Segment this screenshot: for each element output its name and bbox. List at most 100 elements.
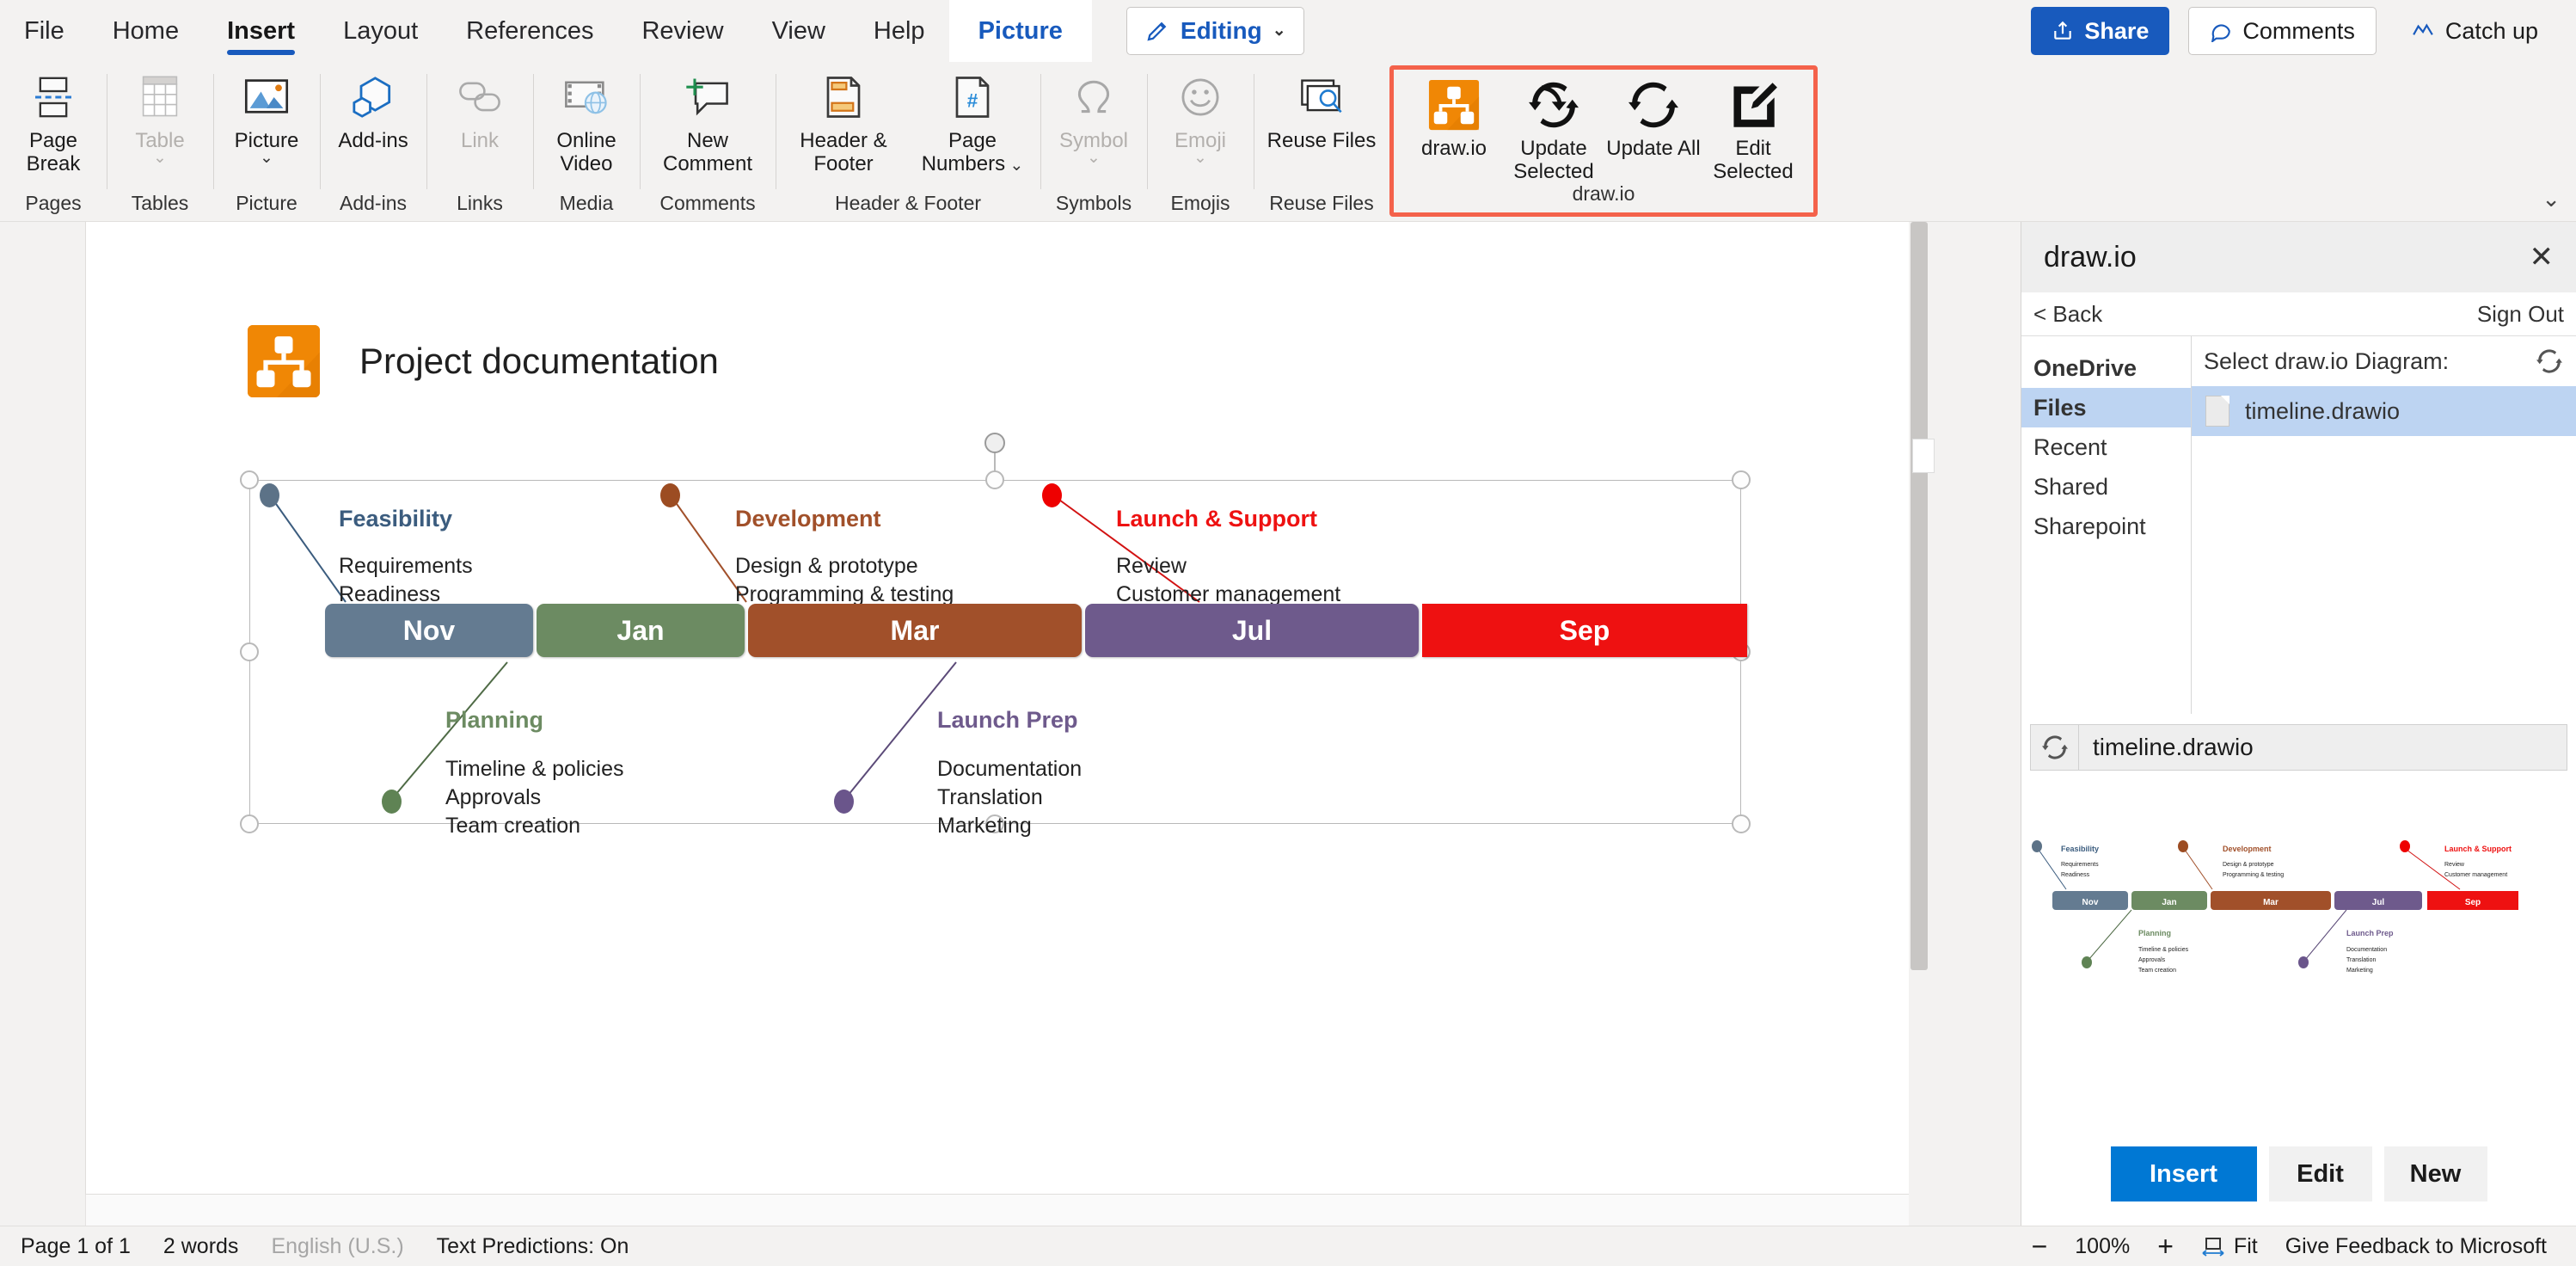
ribbon-group-label: Add-ins <box>340 192 407 214</box>
zoom-out-button[interactable]: − <box>2032 1231 2048 1263</box>
ribbon-button-link[interactable]: Link <box>430 62 530 189</box>
close-icon[interactable]: ✕ <box>2530 240 2555 274</box>
symbol-omega-icon <box>1071 71 1116 124</box>
svg-text:Development: Development <box>2223 845 2272 853</box>
drawio-task-pane: draw.io ✕ < Back Sign Out OneDrive Files… <box>2021 222 2576 1226</box>
tab-file[interactable]: File <box>0 0 89 62</box>
scroll-marker[interactable] <box>1912 439 1935 473</box>
nav-item-recent[interactable]: Recent <box>2021 427 2191 467</box>
svg-text:Design & prototype: Design & prototype <box>2223 862 2274 868</box>
ribbon-label: Page Break <box>26 129 81 175</box>
ribbon-label: Online Video <box>556 129 616 175</box>
tab-layout[interactable]: Layout <box>319 0 442 62</box>
ribbon-group-header-footer: Header & Footer # Page Numbers ⌄ Header … <box>776 62 1040 222</box>
ribbon-group-label: Comments <box>659 192 756 214</box>
tab-home[interactable]: Home <box>89 0 203 62</box>
ribbon-group-label: Picture <box>236 192 297 214</box>
ribbon-label: Header & Footer <box>800 129 887 175</box>
chevron-down-icon: ⌄ <box>1193 149 1207 167</box>
ribbon-label: Page Numbers ⌄ <box>921 129 1024 175</box>
tab-picture[interactable]: Picture <box>948 0 1092 62</box>
nav-item-onedrive[interactable]: OneDrive <box>2021 348 2191 388</box>
timeline-dot-planning <box>382 790 402 814</box>
ribbon-button-page-numbers[interactable]: # Page Numbers ⌄ <box>908 62 1037 189</box>
share-button[interactable]: Share <box>2031 7 2170 55</box>
file-list-item-timeline[interactable]: timeline.drawio <box>2192 386 2576 436</box>
status-language[interactable]: English (U.S.) <box>271 1234 403 1259</box>
refresh-icon[interactable] <box>2536 349 2562 373</box>
ribbon-label: New Comment <box>662 129 753 175</box>
tab-references[interactable]: References <box>442 0 617 62</box>
pane-title: draw.io <box>2044 240 2137 273</box>
feedback-link[interactable]: Give Feedback to Microsoft <box>2285 1234 2547 1259</box>
milestone-title-planning: Planning <box>445 707 543 733</box>
sign-out-link[interactable]: Sign Out <box>2477 301 2564 328</box>
ribbon-button-symbol[interactable]: Symbol ⌄ <box>1044 62 1144 189</box>
svg-text:Mar: Mar <box>2263 898 2279 907</box>
ribbon-group-label: Header & Footer <box>834 192 982 214</box>
edit-button[interactable]: Edit <box>2268 1146 2372 1201</box>
ribbon-group-media: Online Video Media <box>533 62 640 222</box>
timeline-diagram[interactable]: Feasibility Development Launch & Support… <box>240 433 1751 838</box>
nav-item-shared[interactable]: Shared <box>2021 467 2191 507</box>
insert-button[interactable]: Insert <box>2110 1146 2257 1201</box>
milestone-lines-launch-support: Review Customer management <box>1116 552 1340 609</box>
back-link[interactable]: < Back <box>2033 301 2102 328</box>
refresh-icon <box>1529 78 1579 132</box>
drawio-logo-icon <box>248 325 320 397</box>
table-icon <box>138 71 181 124</box>
vertical-scrollbar-thumb[interactable] <box>1911 222 1928 970</box>
milestone-line: Team creation <box>445 814 581 838</box>
tab-review[interactable]: Review <box>617 0 747 62</box>
status-page[interactable]: Page 1 of 1 <box>21 1234 131 1259</box>
ribbon-group-label: Symbols <box>1055 192 1132 214</box>
fit-width-icon <box>2201 1236 2225 1257</box>
ribbon-button-page-break[interactable]: Page Break <box>3 62 103 189</box>
ribbon-group-picture: Picture ⌄ Picture <box>213 62 320 222</box>
status-word-count[interactable]: 2 words <box>163 1234 239 1259</box>
collapse-ribbon-button[interactable]: ⌄ <box>2542 186 2561 212</box>
status-text-predictions[interactable]: Text Predictions: On <box>437 1234 629 1259</box>
ribbon-button-add-ins[interactable]: Add-ins <box>323 62 423 189</box>
ribbon-button-header-footer[interactable]: Header & Footer <box>779 62 908 189</box>
picture-icon <box>242 71 291 124</box>
ribbon-button-update-selected[interactable]: Update Selected <box>1504 70 1604 197</box>
fit-width-button[interactable]: Fit <box>2201 1234 2258 1259</box>
comments-button[interactable]: Comments <box>2188 7 2377 55</box>
ribbon-button-edit-selected[interactable]: Edit Selected <box>1703 70 1803 197</box>
zoom-level-label[interactable]: 100% <box>2075 1234 2130 1259</box>
ribbon-label: draw.io <box>1420 137 1487 160</box>
pane-body: OneDrive Files Recent Shared Sharepoint … <box>2021 335 2576 714</box>
rotation-handle[interactable] <box>984 433 1005 453</box>
refresh-icon[interactable] <box>2031 725 2079 770</box>
catch-up-button[interactable]: Catch up <box>2395 7 2554 55</box>
timeline-bar-mar: Mar <box>748 604 1082 657</box>
tab-insert[interactable]: Insert <box>203 0 319 62</box>
ribbon-label: Reuse Files <box>1267 129 1377 152</box>
new-button[interactable]: New <box>2383 1146 2487 1201</box>
selected-file-name: timeline.drawio <box>2093 734 2254 760</box>
ribbon-button-new-comment[interactable]: New Comment <box>643 62 772 189</box>
tab-view[interactable]: View <box>748 0 849 62</box>
ribbon-button-table[interactable]: Table ⌄ <box>110 62 210 189</box>
ribbon-button-picture[interactable]: Picture ⌄ <box>217 62 316 189</box>
editing-mode-button[interactable]: Editing ⌄ <box>1125 7 1304 55</box>
ribbon-group-pages: Page Break Pages <box>0 62 107 222</box>
milestone-lines-launch-prep: Documentation Translation Marketing <box>937 755 1082 840</box>
ribbon-button-drawio[interactable]: draw.io <box>1404 70 1504 197</box>
nav-item-files[interactable]: Files <box>2021 388 2191 427</box>
ribbon-button-reuse-files[interactable]: Reuse Files <box>1257 62 1386 189</box>
ribbon-group-comments: New Comment Comments <box>640 62 776 222</box>
pencil-icon <box>1144 18 1170 44</box>
nav-item-sharepoint[interactable]: Sharepoint <box>2021 507 2191 546</box>
svg-text:Customer management: Customer management <box>2444 872 2507 878</box>
zoom-in-button[interactable]: + <box>2157 1231 2174 1263</box>
ribbon-button-online-video[interactable]: Online Video <box>537 62 636 189</box>
ribbon: Page Break Pages Table ⌄ Tables Picture … <box>0 62 2576 222</box>
ribbon-button-update-all[interactable]: Update All <box>1604 70 1703 197</box>
ribbon-button-emoji[interactable]: Emoji ⌄ <box>1150 62 1250 189</box>
status-right-group: − 100% + Fit Give Feedback to Microsoft <box>2032 1231 2555 1263</box>
pane-source-nav: OneDrive Files Recent Shared Sharepoint <box>2021 336 2192 714</box>
tab-help[interactable]: Help <box>849 0 949 62</box>
ribbon-tab-bar: File Home Insert Layout References Revie… <box>0 0 2576 62</box>
